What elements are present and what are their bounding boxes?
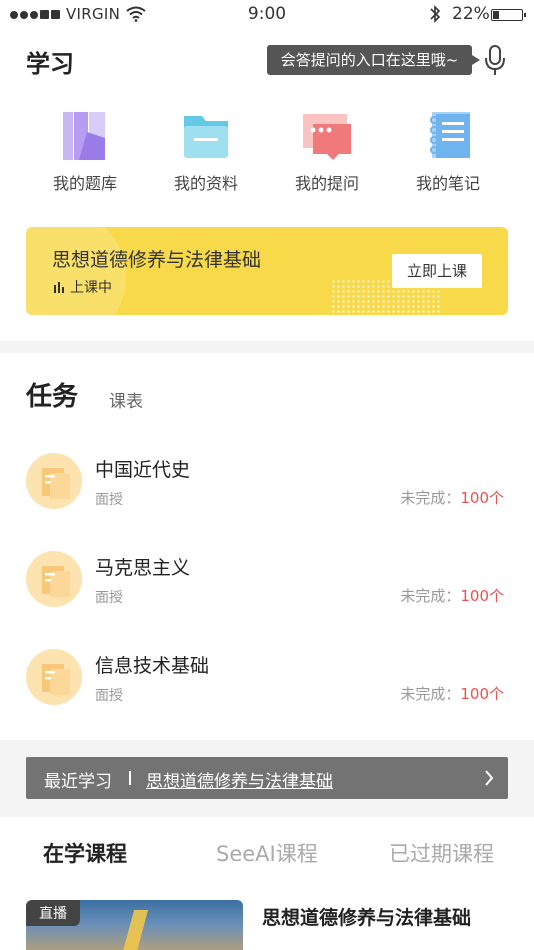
course-card-title[interactable]: 思想道德修养与法律基础	[262, 903, 471, 930]
live-class-banner[interactable]: 思想道德修养与法律基础 上课中 立即上课	[26, 227, 508, 315]
banner-course-title: 思想道德修养与法律基础	[52, 249, 262, 271]
task-course-name: 马克思主义	[95, 557, 191, 579]
task-item[interactable]: 信息技术基础 面授 未完成：100个	[0, 643, 534, 723]
recent-separator	[129, 771, 131, 785]
entry-label: 我的资料	[173, 174, 238, 193]
thumbnail-decoration	[117, 910, 149, 950]
page-title: 学习	[26, 50, 74, 78]
microphone-icon[interactable]	[482, 44, 508, 78]
tab-tasks-label: 任务	[26, 382, 79, 412]
task-status: 未完成：100个	[400, 585, 504, 606]
entry-notes[interactable]: 我的笔记	[393, 108, 503, 194]
entry-label: 我的题库	[52, 174, 117, 193]
task-status: 未完成：100个	[400, 683, 504, 704]
task-count: 100个	[460, 685, 504, 703]
tooltip-hint: 会答提问的入口在这里哦~	[267, 45, 480, 75]
tab-tasks[interactable]: 任务	[26, 376, 78, 413]
task-count: 100个	[460, 489, 504, 507]
task-course-type: 面授	[95, 688, 123, 704]
entry-label: 我的提问	[294, 174, 359, 193]
tab-current-courses[interactable]: 在学课程	[43, 838, 127, 868]
entry-questions[interactable]: 我的提问	[272, 108, 382, 194]
quick-entries: 我的题库 我的资料 我的提问 我的笔记	[0, 108, 534, 198]
battery-icon	[491, 9, 526, 21]
task-item[interactable]: 中国近代史 面授 未完成：100个	[0, 447, 534, 527]
status-bar: VIRGIN 9:00 22%	[0, 0, 534, 30]
tab-current-courses-label: 在学课程	[43, 842, 127, 866]
live-tag: 直播	[26, 900, 80, 926]
task-course-type: 面授	[95, 492, 123, 508]
bluetooth-icon	[430, 5, 441, 23]
task-course-type: 面授	[95, 590, 123, 606]
course-book-icon	[26, 453, 82, 509]
entry-materials[interactable]: 我的资料	[151, 108, 261, 194]
tab-expired-courses[interactable]: 已过期课程	[389, 838, 494, 868]
task-count: 100个	[460, 587, 504, 605]
question-bank-icon	[63, 112, 105, 160]
recent-study-bar[interactable]: 最近学习 思想道德修养与法律基础	[26, 757, 508, 799]
live-bars-icon	[54, 281, 64, 293]
chevron-right-icon	[485, 770, 494, 786]
entry-question-bank[interactable]: 我的题库	[30, 108, 140, 194]
banner-status: 上课中	[54, 277, 112, 297]
join-class-button[interactable]: 立即上课	[392, 254, 482, 288]
notebook-icon	[430, 112, 470, 158]
section-divider	[0, 341, 534, 353]
task-course-name: 信息技术基础	[95, 655, 210, 677]
banner-status-text: 上课中	[70, 280, 112, 296]
course-book-icon	[26, 649, 82, 705]
battery-percent: 22%	[452, 4, 490, 24]
recent-course-link[interactable]: 思想道德修养与法律基础	[146, 767, 333, 792]
task-status: 未完成：100个	[400, 487, 504, 508]
task-course-name: 中国近代史	[95, 459, 191, 481]
chat-bubble-icon	[303, 114, 351, 160]
tab-seeai-courses[interactable]: SeeAI课程	[216, 838, 318, 868]
task-status-label: 未完成：	[400, 685, 461, 703]
task-status-label: 未完成：	[400, 489, 461, 507]
entry-label: 我的笔记	[415, 174, 480, 193]
course-thumbnail[interactable]: 直播	[26, 900, 243, 950]
recent-label: 最近学习	[44, 772, 112, 792]
course-book-icon	[26, 551, 82, 607]
task-item[interactable]: 马克思主义 面授 未完成：100个	[0, 545, 534, 625]
task-status-label: 未完成：	[400, 587, 461, 605]
folder-icon	[184, 116, 228, 158]
tab-schedule[interactable]: 课表	[109, 387, 143, 412]
